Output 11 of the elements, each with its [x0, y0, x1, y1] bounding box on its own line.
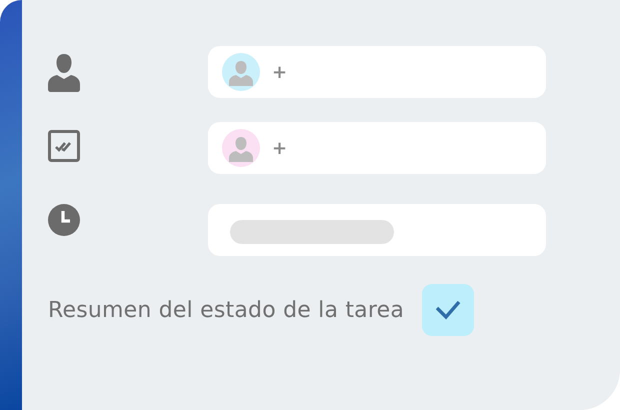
checklist-icon — [48, 130, 80, 162]
add-sign: + — [272, 62, 288, 82]
time-field[interactable] — [208, 204, 546, 256]
check-icon — [434, 299, 462, 321]
summary-label: Resumen del estado de la tarea — [48, 298, 404, 322]
assignee-field[interactable]: + — [208, 122, 546, 174]
clock-icon — [48, 204, 80, 236]
summary-checkbox[interactable] — [422, 284, 474, 336]
assignee-field[interactable]: + — [208, 46, 546, 98]
add-sign: + — [272, 138, 288, 158]
person-icon — [48, 54, 80, 92]
